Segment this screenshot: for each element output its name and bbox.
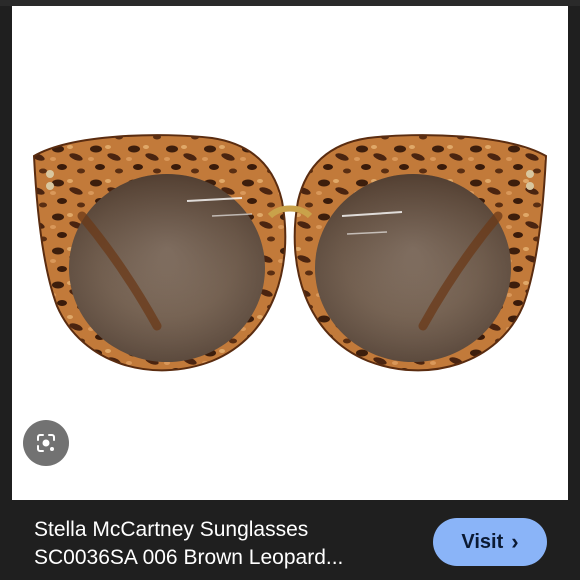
visit-button-label: Visit <box>461 530 504 553</box>
product-image[interactable] <box>12 6 568 500</box>
visit-button[interactable]: Visit › <box>433 518 547 566</box>
result-title-line-2[interactable]: SC0036SA 006 Brown Leopard... <box>34 545 343 571</box>
google-lens-button[interactable] <box>23 420 69 466</box>
result-title-line-1[interactable]: Stella McCartney Sunglasses <box>34 517 308 543</box>
chevron-right-icon: › <box>511 529 519 554</box>
google-lens-icon <box>37 434 55 452</box>
bridge <box>267 205 313 219</box>
sunglasses-illustration <box>32 134 548 372</box>
result-info-bar: Stella McCartney Sunglasses SC0036SA 006… <box>12 500 568 580</box>
